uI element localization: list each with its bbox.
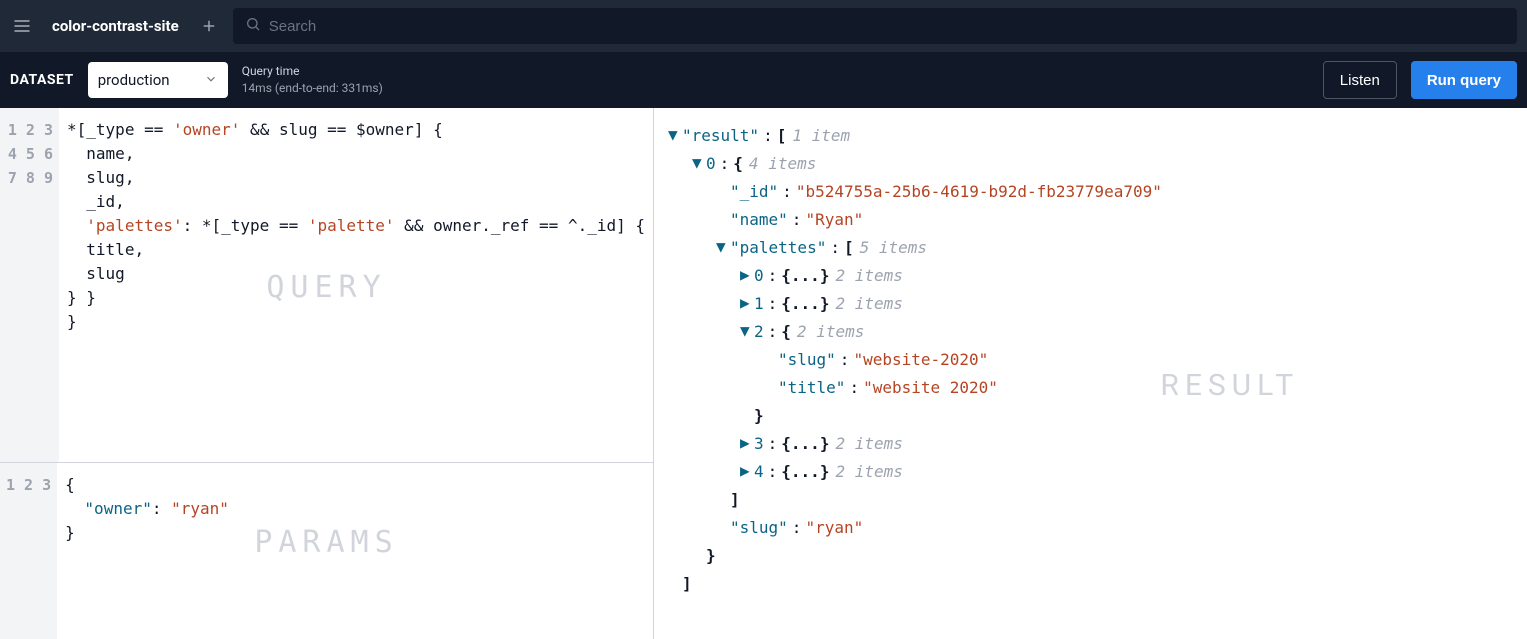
listen-button[interactable]: Listen [1323,61,1397,99]
search-input[interactable] [269,18,1505,35]
query-editor[interactable]: QUERY 1 2 3 4 5 6 7 8 9 *[_type == 'owne… [0,108,653,463]
toggle-icon[interactable]: ▼ [740,317,754,345]
toggle-icon[interactable]: ▶ [740,289,754,317]
project-name: color-contrast-site [46,17,185,35]
toggle-icon[interactable]: ▶ [740,457,754,485]
search-icon [245,16,261,36]
toggle-icon[interactable]: ▼ [692,149,706,177]
query-time: Query time 14ms (end-to-end: 331ms) [242,63,383,97]
toggle-icon[interactable]: ▼ [716,233,730,261]
params-editor[interactable]: PARAMS 1 2 3 { "owner": "ryan" } [0,463,653,639]
dataset-select[interactable]: production [88,62,228,98]
params-watermark: PARAMS [254,531,398,555]
toggle-icon[interactable]: ▼ [668,121,682,149]
search-field[interactable] [233,8,1517,44]
menu-icon[interactable] [10,14,34,38]
dataset-value: production [98,71,170,89]
chevron-down-icon [204,71,218,90]
toggle-icon[interactable]: ▶ [740,261,754,289]
toggle-icon[interactable]: ▶ [740,429,754,457]
query-time-label: Query time [242,63,383,80]
run-query-button[interactable]: Run query [1411,61,1517,99]
new-document-icon[interactable] [197,14,221,38]
result-pane: RESULT ▼"result":[1 item▼0:{4 items"_id"… [654,108,1527,639]
dataset-label: DATASET [10,72,74,88]
query-time-detail: 14ms (end-to-end: 331ms) [242,80,383,97]
